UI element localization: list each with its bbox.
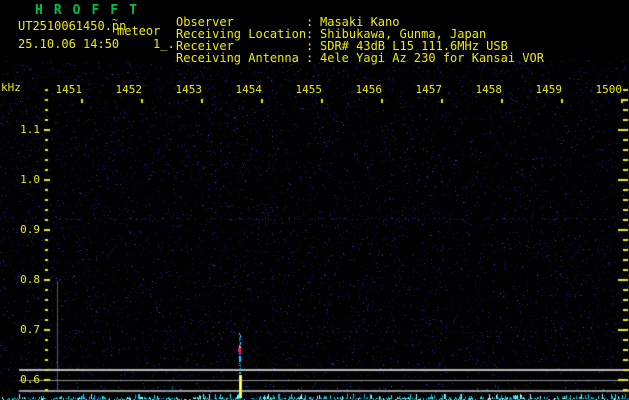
x-tick-label: 1451 [55,83,83,96]
x-tick-label: 1459 [535,83,563,96]
colon: : [306,51,314,65]
x-tick-label: 1453 [175,83,203,96]
x-tick-label: 1458 [475,83,503,96]
y-tick-label: 0.8 [20,273,40,286]
meteor-mode-label: meteor [117,24,161,38]
y-tick-label: 1.1 [20,123,40,136]
hrofft-window: HROFFT UT2510061450.pn ~ meteor 25.10.06… [0,0,629,400]
x-tick-label: 1454 [235,83,263,96]
app-title: HROFFT [35,3,148,18]
y-tick-label: 0.6 [20,373,40,386]
info-label: Receiving Antenna [176,51,299,65]
y-tick-label: 0.9 [20,223,40,236]
x-tick-label: 1455 [295,83,323,96]
x-tick-label: 1500 [595,83,623,96]
output-filename: UT2510061450.pn [18,19,127,33]
y-axis-unit-label: kHz [1,81,21,94]
x-tick-label: 1456 [355,83,383,96]
datetime-label: 25.10.06 14:50 [18,37,120,51]
y-tick-label: 1.0 [20,173,40,186]
counter-label: 1_. [153,37,175,51]
y-tick-label: 0.7 [20,323,40,336]
x-tick-label: 1457 [415,83,443,96]
x-tick-label: 1452 [115,83,143,96]
info-row-antenna: Receiving Antenna:4ele Yagi Az 230 for K… [0,40,544,76]
info-value: 4ele Yagi Az 230 for Kansai VOR [320,51,544,65]
